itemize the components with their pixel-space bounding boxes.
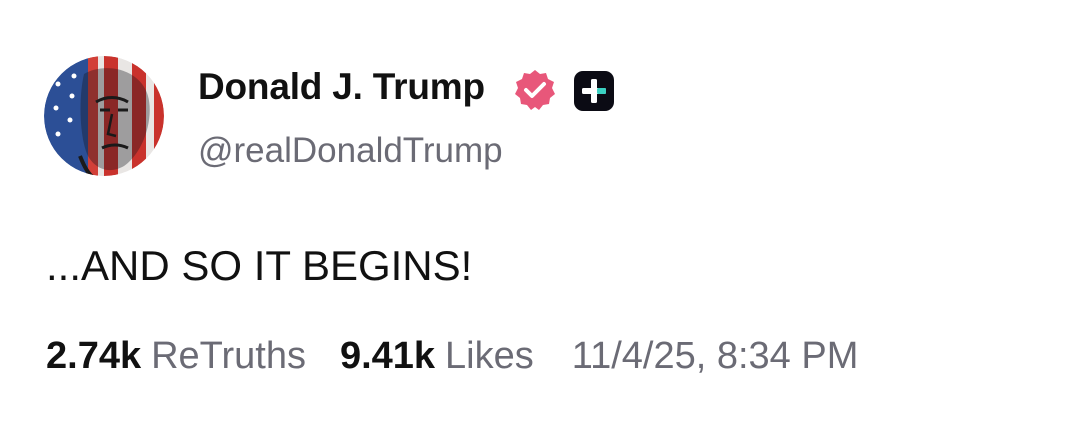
retruths-label[interactable]: ReTruths [151, 335, 306, 378]
post-timestamp[interactable]: 11/4/25, 8:34 PM [572, 335, 859, 378]
plus-badge-icon [574, 71, 614, 111]
author-display-name[interactable]: Donald J. Trump [198, 66, 485, 108]
verified-badge-icon [515, 70, 555, 110]
avatar[interactable] [44, 56, 164, 176]
avatar-image [44, 56, 164, 176]
retruths-count[interactable]: 2.74k [46, 335, 141, 378]
post-card: Donald J. Trump @realDonaldTrump ...AND … [0, 0, 1080, 421]
author-handle[interactable]: @realDonaldTrump [198, 131, 503, 171]
likes-count[interactable]: 9.41k [340, 335, 435, 378]
post-text: ...AND SO IT BEGINS! [46, 242, 473, 289]
post-stats: 2.74k ReTruths 9.41k Likes 11/4/25, 8:34… [46, 335, 858, 378]
likes-label[interactable]: Likes [445, 335, 534, 378]
